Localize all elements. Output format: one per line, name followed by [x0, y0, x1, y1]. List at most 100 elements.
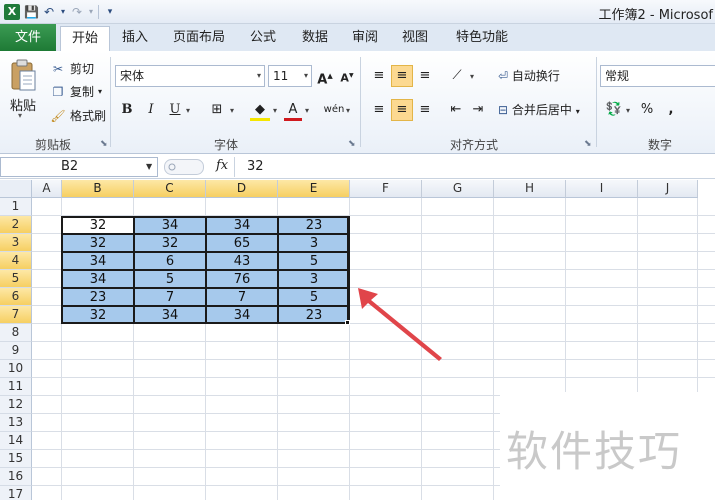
underline-dropdown-icon[interactable]: ▾	[186, 106, 190, 115]
row-header-13[interactable]: 13	[0, 414, 32, 432]
column-header-j[interactable]: J	[638, 180, 698, 198]
column-header-c[interactable]: C	[134, 180, 206, 198]
align-left-icon[interactable]: ≡	[368, 99, 390, 121]
align-right-icon[interactable]: ≡	[414, 99, 436, 121]
accounting-dropdown-icon[interactable]: ▾	[626, 106, 630, 115]
wrap-text-icon: ⏎	[498, 69, 509, 83]
redo-dropdown-icon[interactable]: ▾	[88, 4, 94, 20]
ribbon-tabs: 文件 开始 插入 页面布局 公式 数据 审阅 视图 特色功能	[0, 24, 715, 51]
orientation-icon[interactable]: ⟋	[446, 65, 468, 87]
paste-icon[interactable]	[10, 59, 38, 93]
borders-dropdown-icon[interactable]: ▾	[230, 106, 234, 115]
column-header-b[interactable]: B	[62, 180, 134, 198]
row-header-1[interactable]: 1	[0, 198, 32, 216]
customize-qat-icon[interactable]: ▾	[103, 4, 117, 20]
accounting-format-icon[interactable]: 💱	[604, 99, 624, 121]
font-launcher-icon[interactable]: ⬊	[348, 139, 356, 149]
column-header-a[interactable]: A	[32, 180, 62, 198]
wrap-text-button[interactable]: ⏎ 自动换行	[498, 65, 573, 87]
row-header-5[interactable]: 5	[0, 270, 32, 288]
tab-data[interactable]: 数据	[296, 24, 334, 51]
tab-special-features[interactable]: 特色功能	[450, 24, 514, 51]
decrease-indent-icon[interactable]: ⇤	[446, 99, 466, 121]
cut-label: 剪切	[70, 62, 95, 76]
align-center-icon[interactable]: ≡	[391, 99, 413, 121]
name-box-dropdown-icon[interactable]: ▼	[146, 162, 152, 171]
font-group-label: 字体	[213, 138, 238, 152]
tab-insert[interactable]: 插入	[114, 24, 156, 51]
row-header-11[interactable]: 11	[0, 378, 32, 396]
underline-icon[interactable]: U	[166, 99, 184, 121]
number-format-combo[interactable]: 常规	[600, 65, 715, 87]
row-header-2[interactable]: 2	[0, 216, 32, 234]
align-bottom-icon[interactable]: ≡	[414, 65, 436, 87]
tab-page-layout[interactable]: 页面布局	[168, 24, 230, 51]
tab-file[interactable]: 文件	[0, 24, 56, 51]
row-header-8[interactable]: 8	[0, 324, 32, 342]
tab-view[interactable]: 视图	[396, 24, 434, 51]
phonetic-icon[interactable]: wén	[323, 99, 345, 121]
increase-indent-icon[interactable]: ⇥	[468, 99, 488, 121]
number-format-value: 常规	[605, 69, 630, 83]
row-header-16[interactable]: 16	[0, 468, 32, 486]
tab-formulas[interactable]: 公式	[244, 24, 282, 51]
cut-button[interactable]: ✂ 剪切	[50, 60, 94, 77]
copy-button[interactable]: ❐ 复制 ▾	[50, 83, 102, 100]
paste-button[interactable]: 粘贴	[10, 95, 36, 114]
align-middle-icon[interactable]: ≡	[391, 65, 413, 87]
align-top-icon[interactable]: ≡	[368, 65, 390, 87]
merge-center-button[interactable]: ⊟ 合并后居中 ▾	[498, 99, 590, 121]
copy-icon: ❐	[52, 84, 64, 99]
bold-icon[interactable]: B	[118, 99, 136, 121]
formula-input[interactable]: 32	[234, 157, 715, 177]
paste-dropdown-icon[interactable]: ▾	[18, 111, 22, 120]
column-header-d[interactable]: D	[206, 180, 278, 198]
row-header-3[interactable]: 3	[0, 234, 32, 252]
redo-icon[interactable]: ↷	[70, 4, 84, 20]
column-header-e[interactable]: E	[278, 180, 350, 198]
fill-color-icon[interactable]: ◆	[250, 99, 270, 121]
row-header-14[interactable]: 14	[0, 432, 32, 450]
row-header-10[interactable]: 10	[0, 360, 32, 378]
undo-icon[interactable]: ↶	[42, 4, 56, 20]
borders-icon[interactable]: ⊞	[207, 99, 227, 121]
percent-style-button[interactable]: %	[638, 99, 656, 121]
red-arrow-annotation	[358, 288, 442, 361]
formula-bar-resize-handle[interactable]	[164, 159, 204, 175]
fill-color-dropdown-icon[interactable]: ▾	[273, 106, 277, 115]
row-header-9[interactable]: 9	[0, 342, 32, 360]
phonetic-dropdown-icon[interactable]: ▾	[346, 106, 350, 115]
save-icon[interactable]: 💾	[24, 4, 39, 20]
font-name-combo[interactable]: 宋体 ▾	[115, 65, 265, 87]
tab-home[interactable]: 开始	[60, 26, 110, 51]
font-size-combo[interactable]: 11 ▾	[268, 65, 312, 87]
grow-font-icon[interactable]: A▲	[317, 65, 333, 87]
format-painter-button[interactable]: 🖌 格式刷	[50, 107, 106, 124]
font-color-icon[interactable]: A	[284, 99, 302, 121]
orientation-dropdown-icon[interactable]: ▾	[470, 72, 474, 81]
row-header-12[interactable]: 12	[0, 396, 32, 414]
clipboard-launcher-icon[interactable]: ⬊	[100, 139, 108, 149]
column-header-h[interactable]: H	[494, 180, 566, 198]
column-header-g[interactable]: G	[422, 180, 494, 198]
comma-style-button[interactable]: ,	[664, 99, 678, 121]
italic-icon[interactable]: I	[142, 99, 160, 121]
column-header-f[interactable]: F	[350, 180, 422, 198]
column-header-i[interactable]: I	[566, 180, 638, 198]
row-header-4[interactable]: 4	[0, 252, 32, 270]
row-header-7[interactable]: 7	[0, 306, 32, 324]
tab-review[interactable]: 审阅	[346, 24, 384, 51]
name-box[interactable]: B2	[0, 157, 158, 177]
copy-dropdown-icon[interactable]: ▾	[98, 87, 102, 96]
merge-dropdown-icon[interactable]: ▾	[576, 107, 580, 116]
insert-function-icon[interactable]: fx	[216, 158, 228, 173]
alignment-launcher-icon[interactable]: ⬊	[584, 139, 592, 149]
row-header-15[interactable]: 15	[0, 450, 32, 468]
font-color-dropdown-icon[interactable]: ▾	[305, 106, 309, 115]
row-header-17[interactable]: 17	[0, 486, 32, 500]
wrap-text-label: 自动换行	[511, 69, 560, 83]
select-all-corner[interactable]	[0, 180, 32, 198]
row-header-6[interactable]: 6	[0, 288, 32, 306]
undo-dropdown-icon[interactable]: ▾	[60, 4, 66, 20]
shrink-font-icon[interactable]: A▼	[339, 65, 355, 87]
